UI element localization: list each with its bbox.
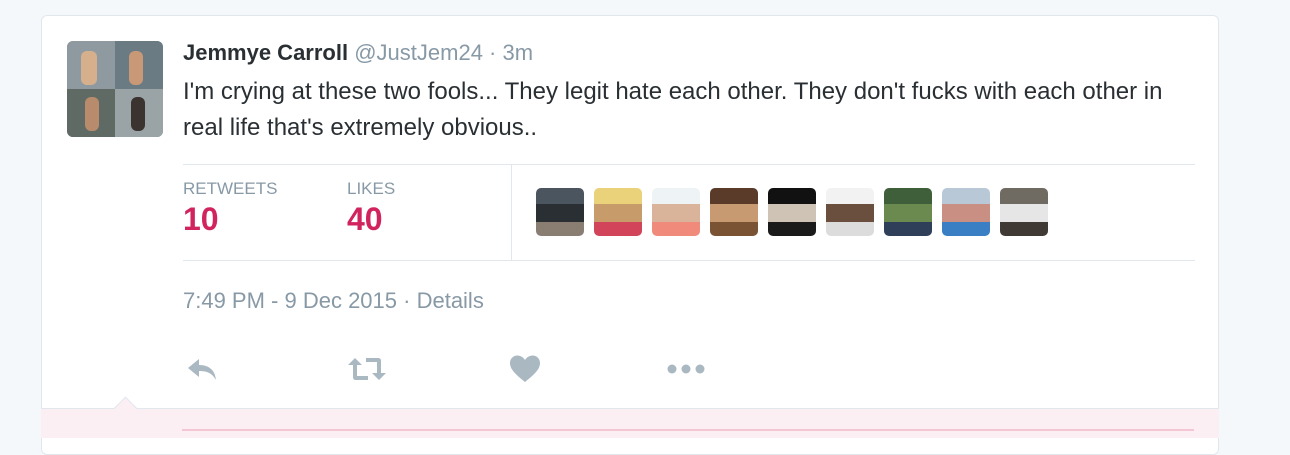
retweets-label: RETWEETS [183,179,278,198]
likes-count: 40 [347,201,383,237]
liker-avatar-1[interactable] [536,188,584,236]
reply-icon [185,355,219,388]
tweet-time-ago[interactable]: 3m [503,40,534,65]
header-separator: · [482,40,503,65]
more-icon [666,362,708,381]
liker-avatar-3[interactable] [652,188,700,236]
retweet-button[interactable] [346,353,388,389]
author-username[interactable]: @JustJem24 [354,40,483,65]
liker-avatar-6[interactable] [826,188,874,236]
like-button[interactable] [508,353,542,389]
liker-avatar-9[interactable] [1000,188,1048,236]
details-link[interactable]: Details [417,288,484,313]
liker-avatar-4[interactable] [710,188,758,236]
reply-input[interactable] [182,429,1194,451]
likes-label: LIKES [347,179,396,198]
tweet-timestamp-line: 7:49 PM - 9 Dec 2015 · Details [183,288,484,314]
stats-divider [511,165,512,260]
author-fullname[interactable]: Jemmye Carroll [183,40,348,65]
likes-stat[interactable]: LIKES 40 [347,179,395,238]
reply-composer-area [41,396,1219,438]
tweet-text: I'm crying at these two fools... They le… [183,78,1163,141]
liker-avatar-7[interactable] [884,188,932,236]
tweet-header: Jemmye Carroll @JustJem24 · 3m [183,38,533,68]
liker-avatar-5[interactable] [768,188,816,236]
tweet-timestamp[interactable]: 7:49 PM - 9 Dec 2015 [183,288,397,313]
retweets-stat[interactable]: RETWEETS 10 [183,179,277,238]
tweet-stats: RETWEETS 10 LIKES 40 [183,164,1195,261]
details-separator: · [397,288,417,313]
liker-avatar-8[interactable] [942,188,990,236]
like-icon [508,354,542,389]
retweet-icon [346,355,388,388]
liker-avatar-2[interactable] [594,188,642,236]
tweet-card: Jemmye Carroll @JustJem24 · 3m I'm cryin… [41,15,1219,455]
author-avatar[interactable] [67,41,163,137]
more-button[interactable] [666,353,708,389]
reply-button[interactable] [185,353,219,389]
retweets-count: 10 [183,201,219,237]
tweet-actions [183,353,783,389]
